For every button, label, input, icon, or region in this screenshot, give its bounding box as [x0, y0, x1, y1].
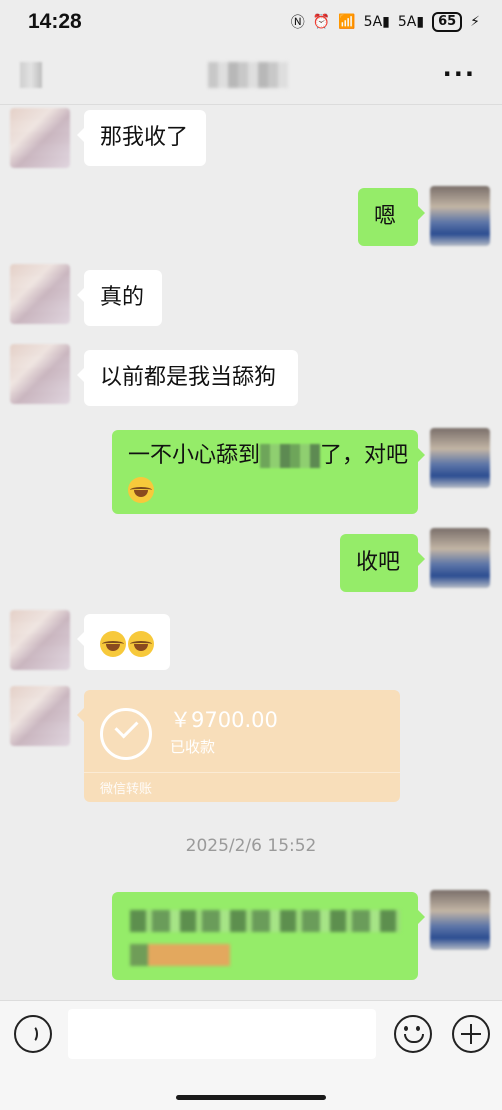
- chat-header: ···: [0, 48, 502, 105]
- transfer-divider: [84, 772, 400, 773]
- transfer-amount: ￥9700.00: [170, 708, 278, 732]
- wifi-icon: 📶: [338, 14, 356, 30]
- battery-icon: 65: [432, 12, 463, 32]
- message-text-part-2: 了，对吧: [320, 443, 409, 468]
- charging-icon: ⚡: [470, 14, 480, 30]
- message-bubble-sent[interactable]: 一不小心舔到 了，对吧: [112, 430, 425, 514]
- more-options-button[interactable]: ···: [443, 60, 476, 88]
- bubble-tail: [418, 910, 425, 924]
- bubble-tail: [77, 368, 84, 382]
- status-time: 14:28: [28, 10, 82, 33]
- my-avatar[interactable]: [430, 890, 490, 950]
- status-icons: Ⓝ ⏰ 📶 5A▮ 5A▮ 65 ⚡: [291, 12, 480, 32]
- bubble-tail: [77, 128, 84, 142]
- transfer-footer-label: 微信转账: [100, 782, 153, 797]
- laughing-crying-emoji-icon: [128, 477, 154, 503]
- friend-avatar[interactable]: [10, 344, 70, 404]
- emoji-picker-icon[interactable]: [394, 1015, 432, 1053]
- message-input[interactable]: [68, 1009, 376, 1059]
- chat-title-redacted: [208, 62, 288, 88]
- signal-icon-1: 5A▮: [363, 14, 390, 30]
- message-text: 真的: [100, 285, 145, 310]
- signal-label-2: 5A: [397, 14, 417, 30]
- battery-level: 65: [438, 14, 457, 29]
- bubble-tail: [77, 708, 84, 722]
- message-bubble-sent[interactable]: 收吧: [340, 534, 425, 592]
- nfc-icon: Ⓝ: [290, 15, 305, 31]
- laughing-crying-emoji-icon: [128, 631, 154, 657]
- bubble-tail: [77, 288, 84, 302]
- transfer-card[interactable]: ￥9700.00 已收款 微信转账: [77, 690, 400, 802]
- bubble-tail: [77, 632, 84, 646]
- friend-avatar[interactable]: [10, 108, 70, 168]
- bubble-tail: [418, 552, 425, 566]
- message-bubble-received[interactable]: 真的: [77, 270, 162, 326]
- signal-icon-2: 5A▮: [397, 14, 425, 30]
- message-input-bar: [0, 1000, 502, 1110]
- message-bubble-sent[interactable]: 嗯: [358, 188, 425, 246]
- redacted-text: [130, 910, 400, 932]
- message-bubble-received[interactable]: 那我收了: [77, 110, 206, 166]
- laughing-crying-emoji-icon: [100, 631, 126, 657]
- status-bar: 14:28 Ⓝ ⏰ 📶 5A▮ 5A▮ 65 ⚡: [0, 0, 502, 48]
- message-emoji-line: [128, 474, 154, 506]
- back-button[interactable]: [20, 62, 42, 88]
- voice-input-icon[interactable]: [14, 1015, 52, 1053]
- message-emoji-line: [100, 628, 154, 660]
- message-text: 那我收了: [100, 125, 189, 150]
- message-text: 收吧: [356, 550, 401, 575]
- more-actions-plus-icon[interactable]: [452, 1015, 490, 1053]
- message-bubble-received[interactable]: 以前都是我当舔狗: [77, 350, 298, 406]
- friend-avatar[interactable]: [10, 264, 70, 324]
- signal-label-1: 5A: [363, 14, 383, 30]
- message-text: 一不小心舔到 了，对吧: [128, 440, 408, 472]
- message-text-part-1: 一不小心舔到: [128, 443, 261, 468]
- message-bubble-sent[interactable]: [112, 892, 425, 980]
- chat-timestamp: 2025/2/6 15:52: [185, 836, 317, 856]
- my-avatar[interactable]: [430, 528, 490, 588]
- redacted-text: [130, 944, 230, 966]
- checkmark-icon: [114, 714, 139, 739]
- received-check-icon: [100, 708, 152, 760]
- redacted-name: [260, 444, 321, 468]
- message-bubble-received[interactable]: [77, 614, 170, 670]
- transfer-status: 已收款: [170, 738, 216, 756]
- friend-avatar[interactable]: [10, 610, 70, 670]
- friend-avatar[interactable]: [10, 686, 70, 746]
- my-avatar[interactable]: [430, 428, 490, 488]
- message-text: 以前都是我当舔狗: [100, 365, 277, 390]
- alarm-icon: ⏰: [312, 14, 331, 30]
- my-avatar[interactable]: [430, 186, 490, 246]
- message-text: 嗯: [374, 204, 397, 229]
- bubble-tail: [418, 206, 425, 220]
- home-indicator[interactable]: [176, 1095, 326, 1100]
- bubble-tail: [418, 448, 425, 462]
